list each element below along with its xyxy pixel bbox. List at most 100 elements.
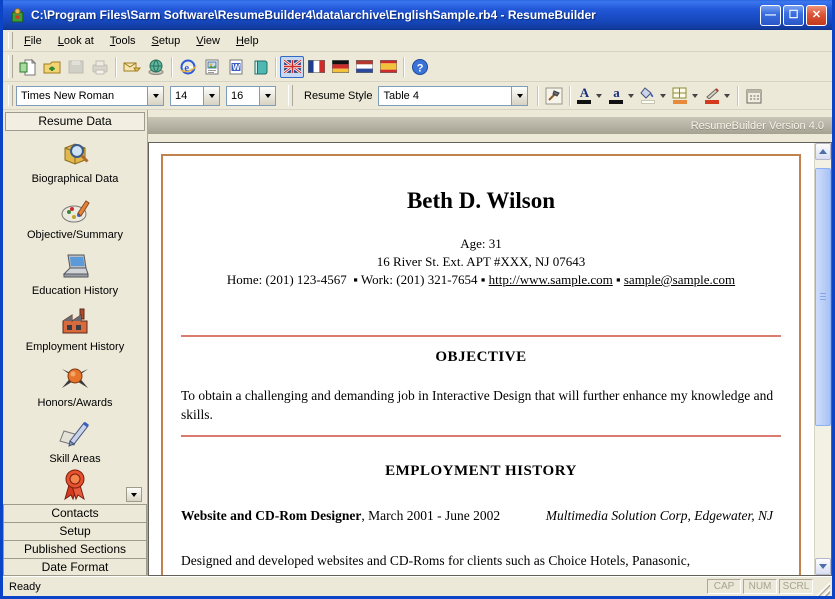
resume-style-label: Resume Style <box>304 90 372 102</box>
toolbar-grip <box>8 55 13 78</box>
font-size-value: 14 <box>171 87 203 105</box>
app-icon <box>9 7 26 24</box>
font-color-icon[interactable]: A <box>574 86 594 106</box>
sidebar-item-biographical-data[interactable]: Biographical Data <box>3 131 147 187</box>
publish-web-icon[interactable] <box>144 56 168 78</box>
biographical-data-icon <box>58 137 92 171</box>
sidebar-button-published-sections[interactable]: Published Sections <box>3 540 147 558</box>
sidebar-button-contacts[interactable]: Contacts <box>3 504 147 522</box>
menu-help[interactable]: Help <box>228 32 267 50</box>
toolbar-separator <box>737 86 739 106</box>
svg-text:W: W <box>233 63 241 72</box>
save-icon[interactable] <box>64 56 88 78</box>
status-scrl: SCRL <box>779 579 813 594</box>
sidebar-item-objective-summary[interactable]: Objective/Summary <box>3 187 147 243</box>
job-company: Multimedia Solution Corp, Edgewater, NJ <box>526 508 781 524</box>
chevron-down-icon[interactable] <box>594 94 604 98</box>
title-bar: C:\Program Files\Sarm Software\ResumeBui… <box>3 0 832 30</box>
sidebar-buttons: Contacts Setup Published Sections Date F… <box>3 504 147 576</box>
sidebar-header-resume-data[interactable]: Resume Data <box>5 112 145 131</box>
maximize-button[interactable]: ☐ <box>783 5 804 26</box>
menu-look-at[interactable]: Look at <box>50 32 102 50</box>
font-size2-select[interactable]: 16 <box>226 86 276 106</box>
resume-email-link[interactable]: sample@sample.com <box>624 272 735 287</box>
menu-setup[interactable]: Setup <box>144 32 189 50</box>
sidebar-item-education-history[interactable]: Education History <box>3 243 147 299</box>
version-banner: ResumeBuilder Version 4.0 <box>148 117 832 134</box>
preview-hammer-icon[interactable] <box>542 85 566 107</box>
education-history-icon <box>58 249 92 283</box>
chevron-down-icon[interactable] <box>147 87 163 105</box>
chevron-down-icon[interactable] <box>690 94 700 98</box>
open-folder-icon[interactable] <box>40 56 64 78</box>
menu-tools[interactable]: Tools <box>102 32 144 50</box>
resume-website-link[interactable]: http://www.sample.com <box>489 272 613 287</box>
resume-style-value: Table 4 <box>379 87 511 105</box>
svg-text:e: e <box>184 62 189 74</box>
resume-style-select[interactable]: Table 4 <box>378 86 528 106</box>
new-document-icon[interactable] <box>16 56 40 78</box>
scrollbar-track[interactable] <box>815 160 831 558</box>
menu-file[interactable]: File <box>16 32 50 50</box>
minimize-button[interactable]: — <box>760 5 781 26</box>
sidebar-item-honors-awards[interactable]: Honors/Awards <box>3 355 147 411</box>
employment-job-row: Website and CD-Rom Designer, March 2001 … <box>181 506 781 526</box>
font-name-select[interactable]: Times New Roman <box>16 86 164 106</box>
scroll-down-button[interactable] <box>815 558 831 575</box>
scroll-up-button[interactable] <box>815 143 831 160</box>
chevron-down-icon[interactable] <box>511 87 527 105</box>
table-color-icon[interactable] <box>670 86 690 106</box>
resume-preview[interactable]: Beth D. Wilson Age: 31 16 River St. Ext.… <box>149 143 814 575</box>
chevron-down-icon[interactable] <box>259 87 275 105</box>
image-document-icon[interactable] <box>200 56 224 78</box>
sidebar-item-skill-areas[interactable]: Skill Areas <box>3 411 147 467</box>
menu-view[interactable]: View <box>188 32 228 50</box>
calendar-icon[interactable] <box>742 85 766 107</box>
flag-uk-icon[interactable] <box>280 56 304 78</box>
highlight-color-icon[interactable]: a <box>606 86 626 106</box>
print-icon[interactable] <box>88 56 112 78</box>
ms-word-icon[interactable]: W <box>224 56 248 78</box>
fill-color-icon[interactable] <box>638 86 658 106</box>
sidebar-button-date-format[interactable]: Date Format <box>3 558 147 576</box>
status-num: NUM <box>743 579 777 594</box>
resume-contact-line: Home: (201) 123-4567 ▪ Work: (201) 321-7… <box>181 271 781 289</box>
toolbar-separator <box>115 57 117 77</box>
resumebuilder-window: C:\Program Files\Sarm Software\ResumeBui… <box>0 0 835 599</box>
toolbar-separator <box>171 57 173 77</box>
sidebar-item-employment-history[interactable]: Employment History <box>3 299 147 355</box>
close-button[interactable]: ✕ <box>806 5 827 26</box>
resize-grip[interactable] <box>816 582 830 596</box>
chevron-down-icon[interactable] <box>203 87 219 105</box>
send-email-icon[interactable] <box>120 56 144 78</box>
resume-page: Beth D. Wilson Age: 31 16 River St. Ext.… <box>161 154 801 575</box>
sidebar-button-setup[interactable]: Setup <box>3 522 147 540</box>
job-title-and-dates: Website and CD-Rom Designer, March 2001 … <box>181 506 526 526</box>
vertical-scrollbar[interactable] <box>814 143 831 575</box>
resume-name: Beth D. Wilson <box>181 188 781 214</box>
job-title: Website and CD-Rom Designer <box>181 508 361 523</box>
font-name-value: Times New Roman <box>17 87 147 105</box>
content-area: ResumeBuilder Version 4.0 Beth D. Wilson… <box>148 110 832 576</box>
chevron-down-icon[interactable] <box>658 94 668 98</box>
internet-explorer-icon[interactable]: e <box>176 56 200 78</box>
employment-heading: EMPLOYMENT HISTORY <box>181 463 781 480</box>
skill-areas-icon <box>58 417 92 451</box>
address-book-icon[interactable] <box>248 56 272 78</box>
line-color-icon[interactable] <box>702 86 722 106</box>
flag-spain-icon[interactable] <box>376 56 400 78</box>
flag-netherlands-icon[interactable] <box>352 56 376 78</box>
chevron-down-icon[interactable] <box>626 94 636 98</box>
chevron-down-icon[interactable] <box>722 94 732 98</box>
font-size2-value: 16 <box>227 87 259 105</box>
sidebar: Resume Data Biographical Data <box>3 110 148 576</box>
employment-history-icon <box>58 305 92 339</box>
section-divider <box>181 435 781 437</box>
scrollbar-thumb[interactable] <box>815 168 831 426</box>
help-icon[interactable]: ? <box>408 56 432 78</box>
sidebar-scroll-down-button[interactable] <box>126 487 142 502</box>
flag-germany-icon[interactable] <box>328 56 352 78</box>
font-size-select[interactable]: 14 <box>170 86 220 106</box>
flag-france-icon[interactable] <box>304 56 328 78</box>
toolbar-grip <box>8 85 13 107</box>
